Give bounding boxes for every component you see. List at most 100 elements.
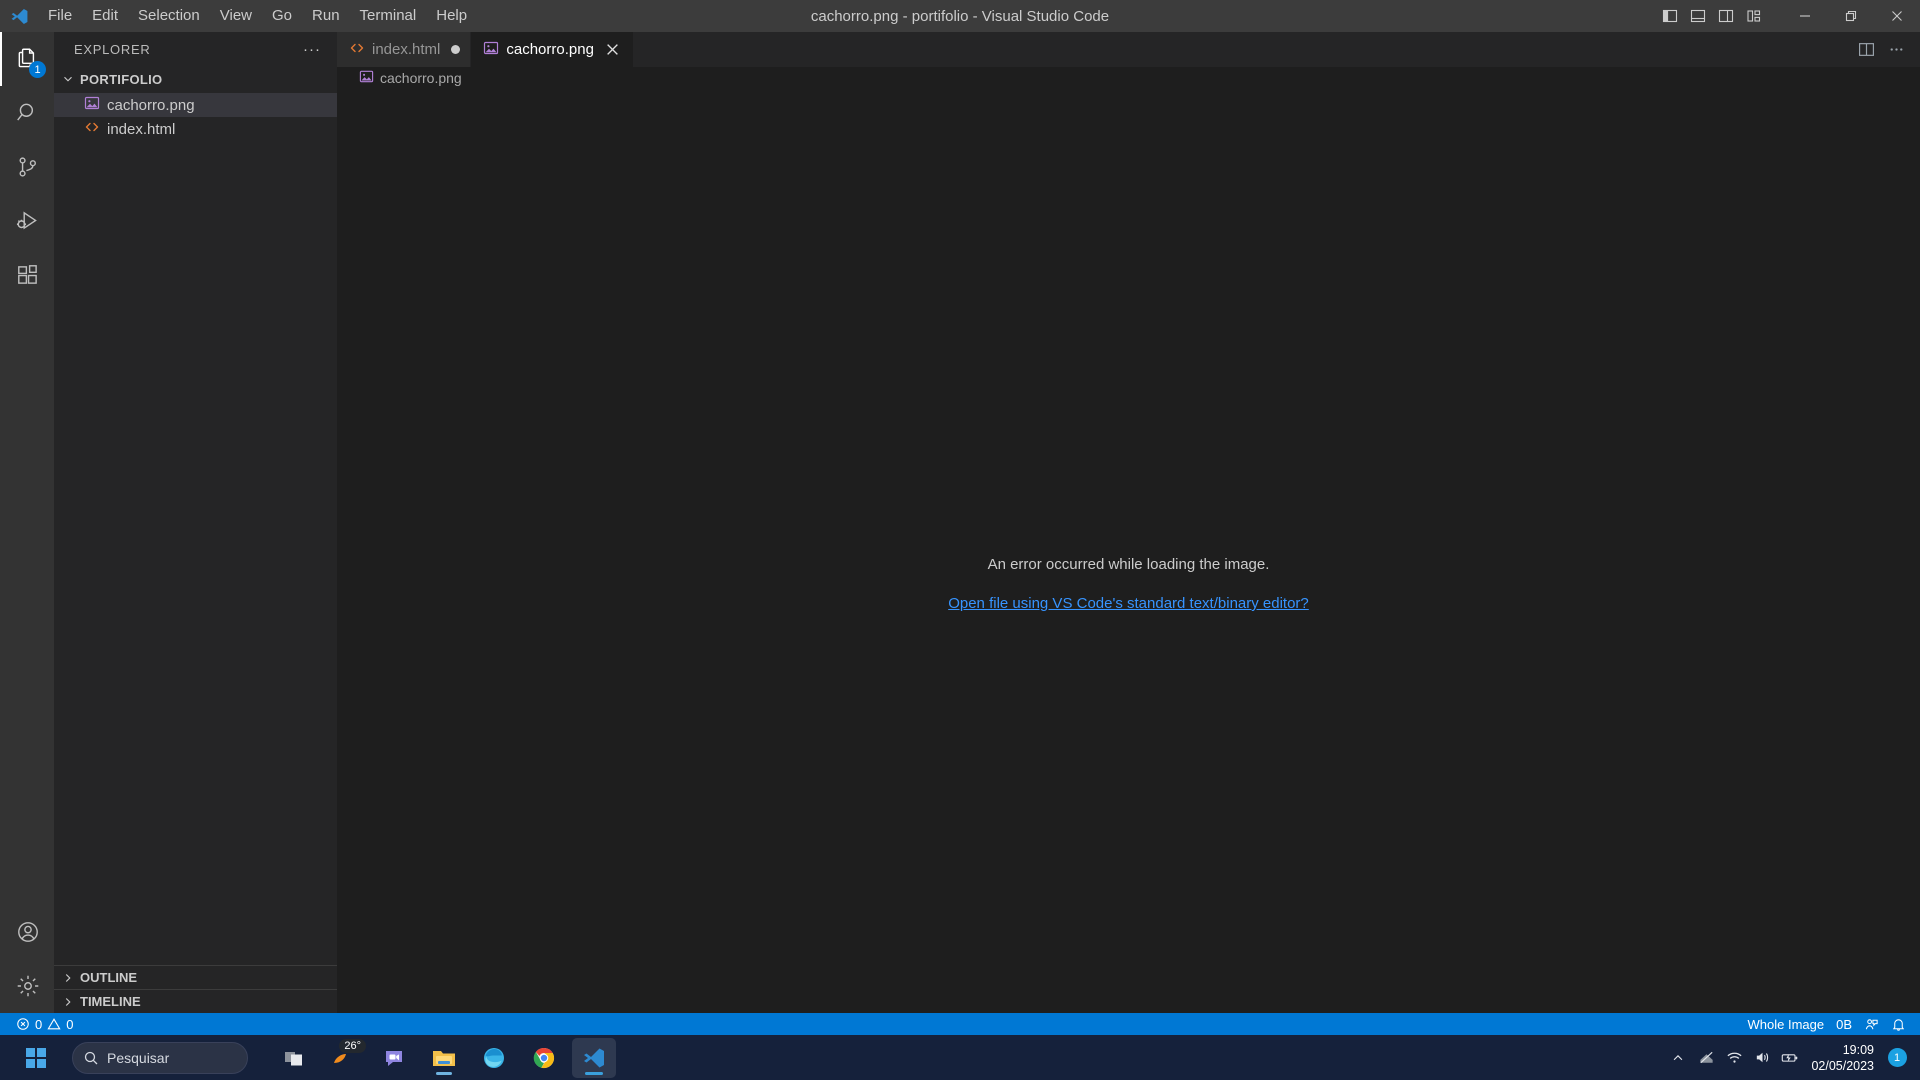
battery-charging-icon[interactable] [1777,1040,1803,1076]
activity-explorer[interactable]: 1 [0,32,54,86]
toggle-secondary-sidebar-icon[interactable] [1712,0,1740,32]
file-name: cachorro.png [107,96,195,114]
file-tree: cachorro.png index.html [54,93,337,141]
editor-tabs: index.html cachorro.png [337,32,1920,67]
layout-controls [1656,0,1768,32]
vscode-logo-icon [0,0,38,32]
menu-run[interactable]: Run [302,0,350,32]
explorer-badge: 1 [29,61,46,78]
html-file-icon [349,40,365,60]
restore-button[interactable] [1828,0,1874,32]
customize-layout-icon[interactable] [1740,0,1768,32]
breadcrumb-label: cachorro.png [380,70,462,86]
volume-icon[interactable] [1749,1040,1775,1076]
weather-widget[interactable]: 26° [322,1038,366,1078]
vscode-window: File Edit Selection View Go Run Terminal… [0,0,1920,1080]
explorer-more-actions-icon[interactable]: ··· [297,39,327,60]
error-count: 0 [35,1016,43,1032]
breadcrumb[interactable]: cachorro.png [337,67,1920,89]
menu-go[interactable]: Go [262,0,302,32]
menu-help[interactable]: Help [426,0,477,32]
file-explorer-button[interactable] [422,1038,466,1078]
weather-temperature: 26° [339,1038,366,1053]
error-message: An error occurred while loading the imag… [987,556,1270,573]
menu-terminal[interactable]: Terminal [350,0,427,32]
image-file-icon [359,69,374,87]
system-tray: 19:09 02/05/2023 1 [1665,1040,1920,1076]
explorer-title: EXPLORER [74,42,151,57]
warning-count: 0 [66,1016,74,1032]
split-editor-icon[interactable] [1852,36,1880,64]
network-disconnected-icon[interactable] [1693,1040,1719,1076]
activity-source-control[interactable] [0,140,54,194]
image-file-icon [84,95,100,115]
sidebar-bottom-panels: OUTLINE TIMELINE [54,965,337,1013]
wifi-icon[interactable] [1721,1040,1747,1076]
running-indicator [585,1071,603,1075]
chevron-right-icon [60,970,76,986]
menu-file[interactable]: File [38,0,82,32]
panel-timeline[interactable]: TIMELINE [54,989,337,1013]
menu-edit[interactable]: Edit [82,0,128,32]
menu-selection[interactable]: Selection [128,0,210,32]
remote-feedback-icon[interactable] [1858,1013,1885,1035]
title-bar: File Edit Selection View Go Run Terminal… [0,0,1920,32]
activity-search[interactable] [0,86,54,140]
folder-row-portifolio[interactable]: PORTIFOLIO [54,67,337,91]
toggle-primary-sidebar-icon[interactable] [1656,0,1684,32]
start-button[interactable] [14,1038,58,1078]
taskbar-clock[interactable]: 19:09 02/05/2023 [1805,1042,1882,1074]
menu-bar: File Edit Selection View Go Run Terminal… [38,0,477,32]
notification-center-button[interactable]: 1 [1884,1040,1910,1076]
image-size-mode[interactable]: Whole Image [1742,1013,1831,1035]
tab-index-html[interactable]: index.html [337,32,472,67]
toggle-panel-icon[interactable] [1684,0,1712,32]
minimize-button[interactable] [1782,0,1828,32]
task-view-button[interactable] [272,1038,316,1078]
image-preview-error: An error occurred while loading the imag… [337,89,1920,1013]
status-bar-right: Whole Image 0B [1742,1013,1920,1035]
file-item-index-html[interactable]: index.html [54,117,337,141]
search-placeholder: Pesquisar [107,1049,170,1066]
folder-name: PORTIFOLIO [80,71,163,87]
activity-extensions[interactable] [0,248,54,302]
tab-cachorro-png[interactable]: cachorro.png [471,32,634,67]
file-size[interactable]: 0B [1830,1013,1858,1035]
chevron-down-icon [60,71,76,87]
sidebar-explorer: EXPLORER ··· PORTIFOLIO cachorro.png ind… [54,32,337,1013]
visual-studio-code-button[interactable] [572,1037,616,1078]
google-chrome-button[interactable] [522,1038,566,1078]
close-button[interactable] [1874,0,1920,32]
activity-run-and-debug[interactable] [0,194,54,248]
microsoft-edge-button[interactable] [472,1038,516,1078]
status-bar-left: 0 0 [0,1013,79,1035]
activity-accounts[interactable] [0,905,54,959]
html-file-icon [84,119,100,139]
chat-button[interactable] [372,1038,416,1078]
taskbar-apps: Pesquisar 26° [14,1037,616,1078]
image-file-icon [483,40,499,60]
editor-area: index.html cachorro.png cachorro.png An … [337,32,1920,1013]
clock-time: 19:09 [1842,1042,1874,1057]
running-indicator [436,1071,452,1075]
menu-view[interactable]: View [210,0,262,32]
tab-close-icon[interactable] [603,40,623,60]
explorer-header: EXPLORER ··· [54,32,337,67]
file-item-cachorro-png[interactable]: cachorro.png [54,93,337,117]
file-name: index.html [107,120,176,138]
problems-status[interactable]: 0 0 [10,1013,79,1035]
status-bar: 0 0 Whole Image 0B [0,1013,1920,1035]
tab-label: cachorro.png [506,41,594,58]
panel-outline[interactable]: OUTLINE [54,965,337,989]
activity-manage-settings[interactable] [0,959,54,1013]
clock-date: 02/05/2023 [1811,1058,1874,1073]
editor-more-actions-icon[interactable] [1882,36,1910,64]
unsaved-dot-icon[interactable] [451,45,461,54]
panel-label: TIMELINE [80,994,141,1009]
taskbar-search[interactable]: Pesquisar [72,1041,248,1074]
open-with-text-editor-link[interactable]: Open file using VS Code's standard text/… [948,595,1309,612]
panel-label: OUTLINE [80,970,138,985]
notifications-bell-icon[interactable] [1885,1013,1912,1035]
show-hidden-icons-chevron-icon[interactable] [1665,1040,1691,1076]
search-icon [84,1051,98,1064]
